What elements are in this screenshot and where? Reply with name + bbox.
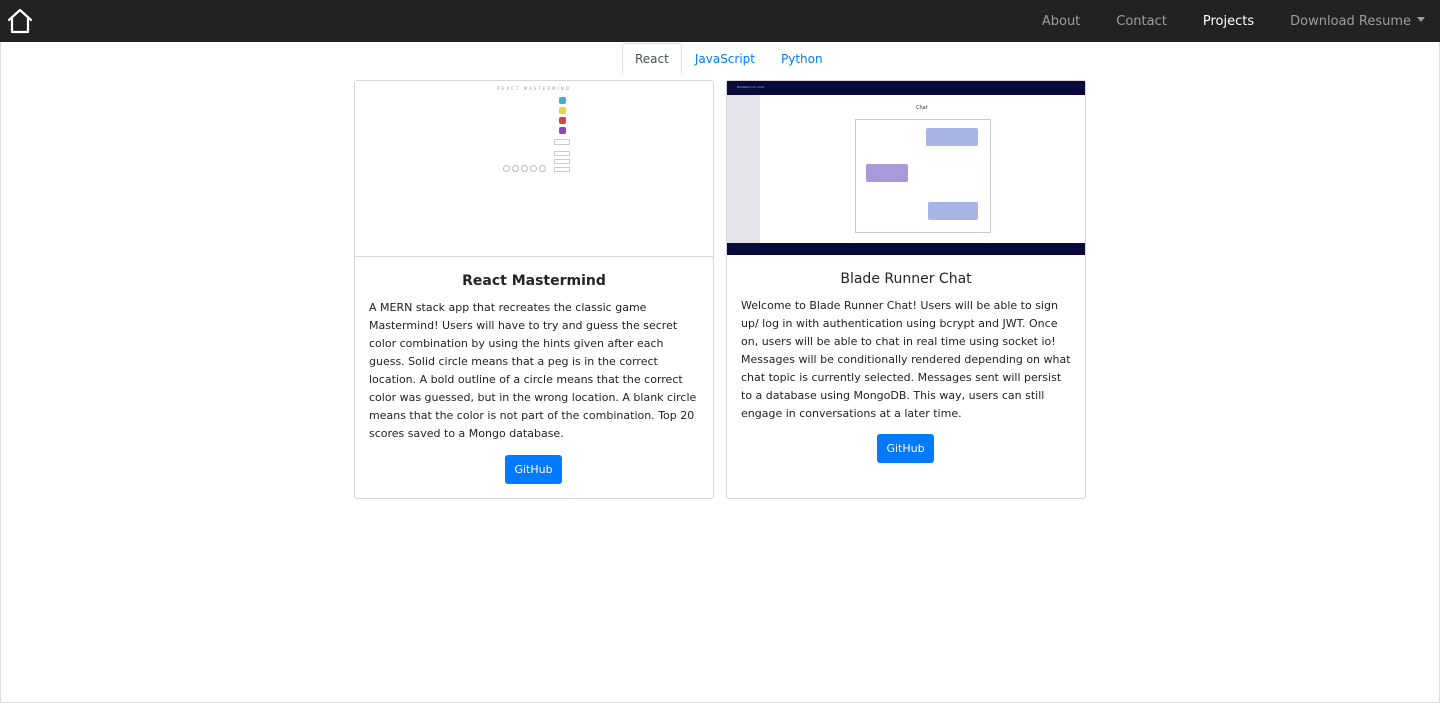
chat-thumb-chatbox <box>855 119 991 233</box>
card-title: Blade Runner Chat <box>840 271 972 287</box>
mastermind-control <box>554 151 570 156</box>
page-frame <box>0 42 1440 703</box>
nav-link-contact[interactable]: Contact <box>1116 14 1167 29</box>
guess-circle <box>503 165 510 172</box>
peg-purple <box>559 127 566 134</box>
card-description: Welcome to Blade Runner Chat! Users will… <box>741 299 1071 420</box>
github-button[interactable]: GitHub <box>877 434 934 463</box>
github-button[interactable]: GitHub <box>505 455 562 484</box>
chat-thumb-topbar: BladeRunner Chat <box>727 81 1085 95</box>
chat-thumb-sidebar <box>727 95 760 243</box>
card-title: React Mastermind <box>462 273 606 289</box>
mastermind-control <box>554 139 570 145</box>
download-resume-label: Download Resume <box>1290 13 1411 29</box>
chat-bubble-right <box>928 202 978 220</box>
nav-dropdown-download-resume[interactable]: Download Resume <box>1290 14 1425 29</box>
chat-thumb-app-title: BladeRunner Chat <box>737 85 765 89</box>
project-card-blade-runner-chat: BladeRunner Chat Chat Blade Runner Chat … <box>726 80 1086 499</box>
mastermind-control <box>554 159 570 164</box>
home-icon[interactable] <box>6 7 34 35</box>
card-description: A MERN stack app that recreates the clas… <box>369 301 697 440</box>
tab-react[interactable]: React <box>622 43 682 75</box>
tab-python[interactable]: Python <box>768 43 836 75</box>
peg-yellow <box>559 107 566 114</box>
chat-thumb-footer <box>727 243 1085 255</box>
chat-bubble-left <box>866 164 908 182</box>
peg-blue <box>559 97 566 104</box>
blade-runner-chat-screenshot: BladeRunner Chat Chat <box>727 81 1085 255</box>
project-tabs: React JavaScript Python <box>622 43 836 75</box>
peg-red <box>559 117 566 124</box>
mastermind-thumb-title: REACT MASTERMIND <box>497 86 571 91</box>
nav-link-about[interactable]: About <box>1042 14 1080 29</box>
guess-circle <box>530 165 537 172</box>
mastermind-control <box>554 167 570 172</box>
nav-links: About Contact Projects Download Resume <box>1006 0 1425 42</box>
guess-circle <box>521 165 528 172</box>
nav-link-projects[interactable]: Projects <box>1203 14 1254 29</box>
top-navbar: About Contact Projects Download Resume <box>0 0 1440 42</box>
chat-bubble-right <box>926 128 978 146</box>
guess-circle <box>539 165 546 172</box>
project-card-react-mastermind: REACT MASTERMIND React Mastermind A MERN… <box>354 80 714 499</box>
tab-javascript[interactable]: JavaScript <box>682 43 768 75</box>
chat-thumb-heading: Chat <box>916 105 928 111</box>
guess-circle <box>512 165 519 172</box>
caret-down-icon <box>1417 16 1425 22</box>
mastermind-screenshot: REACT MASTERMIND <box>355 81 713 257</box>
